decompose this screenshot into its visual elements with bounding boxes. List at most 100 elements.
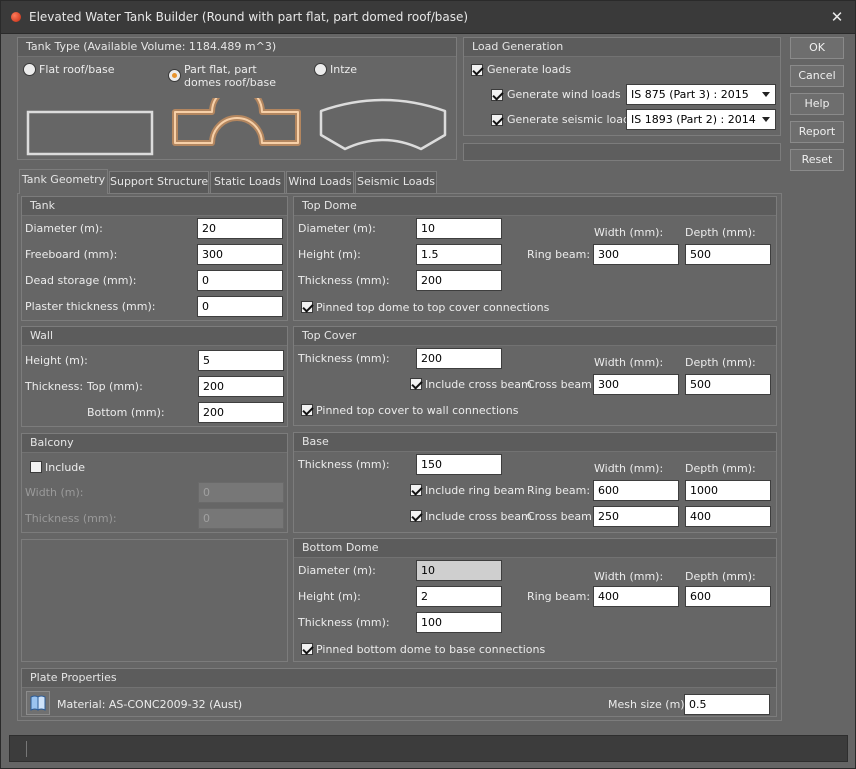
top-dome-pinned-checkbox[interactable] [301, 301, 313, 313]
top-cover-cross-depth-input[interactable]: 500 [685, 374, 771, 395]
base-ring-include-label[interactable]: Include ring beam [425, 484, 525, 497]
tab-seismic-loads[interactable]: Seismic Loads [355, 171, 437, 193]
window-title: Elevated Water Tank Builder (Round with … [29, 10, 469, 24]
plate-properties-title: Plate Properties [22, 669, 776, 688]
wall-top-label: Top (mm): [87, 380, 143, 393]
help-button[interactable]: Help [790, 93, 844, 115]
report-button[interactable]: Report [790, 121, 844, 143]
material-label: Material: AS-CONC2009-32 (Aust) [57, 698, 243, 711]
tab-tank-geometry[interactable]: Tank Geometry [19, 169, 108, 194]
intze-tank-diagram[interactable] [317, 93, 449, 159]
top-dome-height-input[interactable]: 1.5 [416, 244, 502, 265]
top-cover-pinned-label[interactable]: Pinned top cover to wall connections [316, 404, 518, 417]
bottom-dome-diameter-label: Diameter (m): [298, 564, 376, 577]
cancel-button[interactable]: Cancel [790, 65, 844, 87]
tab-static-loads[interactable]: Static Loads [210, 171, 285, 193]
empty-panel [21, 539, 288, 662]
top-dome-title: Top Dome [294, 197, 776, 216]
top-dome-height-label: Height (m): [298, 248, 361, 261]
dead-storage-label: Dead storage (mm): [25, 274, 137, 287]
base-ring-width-input[interactable]: 600 [593, 480, 679, 501]
base-ring-checkbox[interactable] [410, 484, 422, 496]
freeboard-input[interactable]: 300 [197, 244, 283, 265]
load-generation-title: Load Generation [464, 38, 780, 57]
generate-loads-label[interactable]: Generate loads [487, 63, 571, 76]
bottom-dome-width-header: Width (mm): [594, 570, 664, 583]
wall-bottom-input[interactable]: 200 [198, 402, 284, 423]
radio-intze[interactable] [314, 63, 327, 76]
bottom-dome-thickness-label: Thickness (mm): [298, 616, 390, 629]
balcony-width-input[interactable]: 0 [198, 482, 284, 503]
ok-button[interactable]: OK [790, 37, 844, 59]
part-flat-tank-diagram[interactable] [171, 98, 303, 158]
top-cover-cross-label: Cross beam: [527, 378, 596, 391]
base-cross-width-input[interactable]: 250 [593, 506, 679, 527]
chevron-down-icon [762, 117, 770, 122]
top-cover-cross-checkbox[interactable] [410, 378, 422, 390]
close-icon[interactable]: ✕ [827, 7, 847, 27]
generate-seismic-checkbox[interactable] [491, 114, 503, 126]
balcony-thickness-label: Thickness (mm): [25, 512, 117, 525]
reset-button[interactable]: Reset [790, 149, 844, 171]
top-cover-cross-width-input[interactable]: 300 [593, 374, 679, 395]
generate-wind-checkbox[interactable] [491, 89, 503, 101]
top-dome-thickness-label: Thickness (mm): [298, 274, 390, 287]
top-dome-ring-depth-input[interactable]: 500 [685, 244, 771, 265]
base-depth-header: Depth (mm): [685, 462, 756, 475]
dead-storage-input[interactable]: 0 [197, 270, 283, 291]
base-title: Base [294, 433, 776, 452]
status-bar [9, 735, 848, 762]
base-ring-depth-input[interactable]: 1000 [685, 480, 771, 501]
base-cross-depth-input[interactable]: 400 [685, 506, 771, 527]
wall-thickness-label: Thickness: [25, 380, 84, 393]
bottom-dome-title: Bottom Dome [294, 539, 776, 558]
bottom-dome-thickness-input[interactable]: 100 [416, 612, 502, 633]
bottom-dome-height-input[interactable]: 2 [416, 586, 502, 607]
tank-diameter-input[interactable]: 20 [197, 218, 283, 239]
material-library-button[interactable] [26, 691, 50, 715]
generate-wind-label[interactable]: Generate wind loads [507, 88, 621, 101]
base-width-header: Width (mm): [594, 462, 664, 475]
top-dome-diameter-input[interactable]: 10 [416, 218, 502, 239]
generate-seismic-label[interactable]: Generate seismic loads [507, 113, 636, 126]
top-cover-cross-include-label[interactable]: Include cross beam [425, 378, 532, 391]
top-cover-width-header: Width (mm): [594, 356, 664, 369]
wall-bottom-label: Bottom (mm): [87, 406, 165, 419]
tank-type-title: Tank Type (Available Volume: 1184.489 m^… [18, 38, 456, 57]
generate-loads-checkbox[interactable] [471, 64, 483, 76]
base-cross-checkbox[interactable] [410, 510, 422, 522]
plaster-thickness-input[interactable]: 0 [197, 296, 283, 317]
radio-intze-label[interactable]: Intze [330, 63, 357, 76]
seismic-code-select[interactable]: IS 1893 (Part 2) : 2014 [626, 109, 776, 130]
radio-part-flat-label1[interactable]: Part flat, part [184, 63, 257, 76]
wind-code-select[interactable]: IS 875 (Part 3) : 2015 [626, 84, 776, 105]
top-cover-thickness-input[interactable]: 200 [416, 348, 502, 369]
balcony-include-checkbox[interactable] [30, 461, 42, 473]
top-dome-depth-header: Depth (mm): [685, 226, 756, 239]
top-cover-pinned-checkbox[interactable] [301, 404, 313, 416]
wall-top-input[interactable]: 200 [198, 376, 284, 397]
top-dome-ring-label: Ring beam: [527, 248, 591, 261]
bottom-dome-height-label: Height (m): [298, 590, 361, 603]
top-dome-ring-width-input[interactable]: 300 [593, 244, 679, 265]
radio-part-flat-label2[interactable]: domes roof/base [184, 76, 276, 89]
radio-part-flat[interactable] [168, 69, 181, 82]
flat-tank-diagram[interactable] [25, 109, 155, 157]
bottom-dome-ring-depth-input[interactable]: 600 [685, 586, 771, 607]
tab-wind-loads[interactable]: Wind Loads [286, 171, 354, 193]
radio-flat[interactable] [23, 63, 36, 76]
top-dome-pinned-label[interactable]: Pinned top dome to top cover connections [316, 301, 549, 314]
tab-support-structure[interactable]: Support Structure [109, 171, 209, 193]
freeboard-label: Freeboard (mm): [25, 248, 118, 261]
balcony-thickness-input[interactable]: 0 [198, 508, 284, 529]
wall-height-input[interactable]: 5 [198, 350, 284, 371]
bottom-dome-ring-width-input[interactable]: 400 [593, 586, 679, 607]
bottom-dome-pinned-checkbox[interactable] [301, 643, 313, 655]
radio-flat-label[interactable]: Flat roof/base [39, 63, 114, 76]
balcony-include-label[interactable]: Include [45, 461, 85, 474]
top-dome-thickness-input[interactable]: 200 [416, 270, 502, 291]
base-thickness-input[interactable]: 150 [416, 454, 502, 475]
base-cross-include-label[interactable]: Include cross beam [425, 510, 532, 523]
mesh-size-input[interactable]: 0.5 [684, 694, 770, 715]
bottom-dome-pinned-label[interactable]: Pinned bottom dome to base connections [316, 643, 545, 656]
